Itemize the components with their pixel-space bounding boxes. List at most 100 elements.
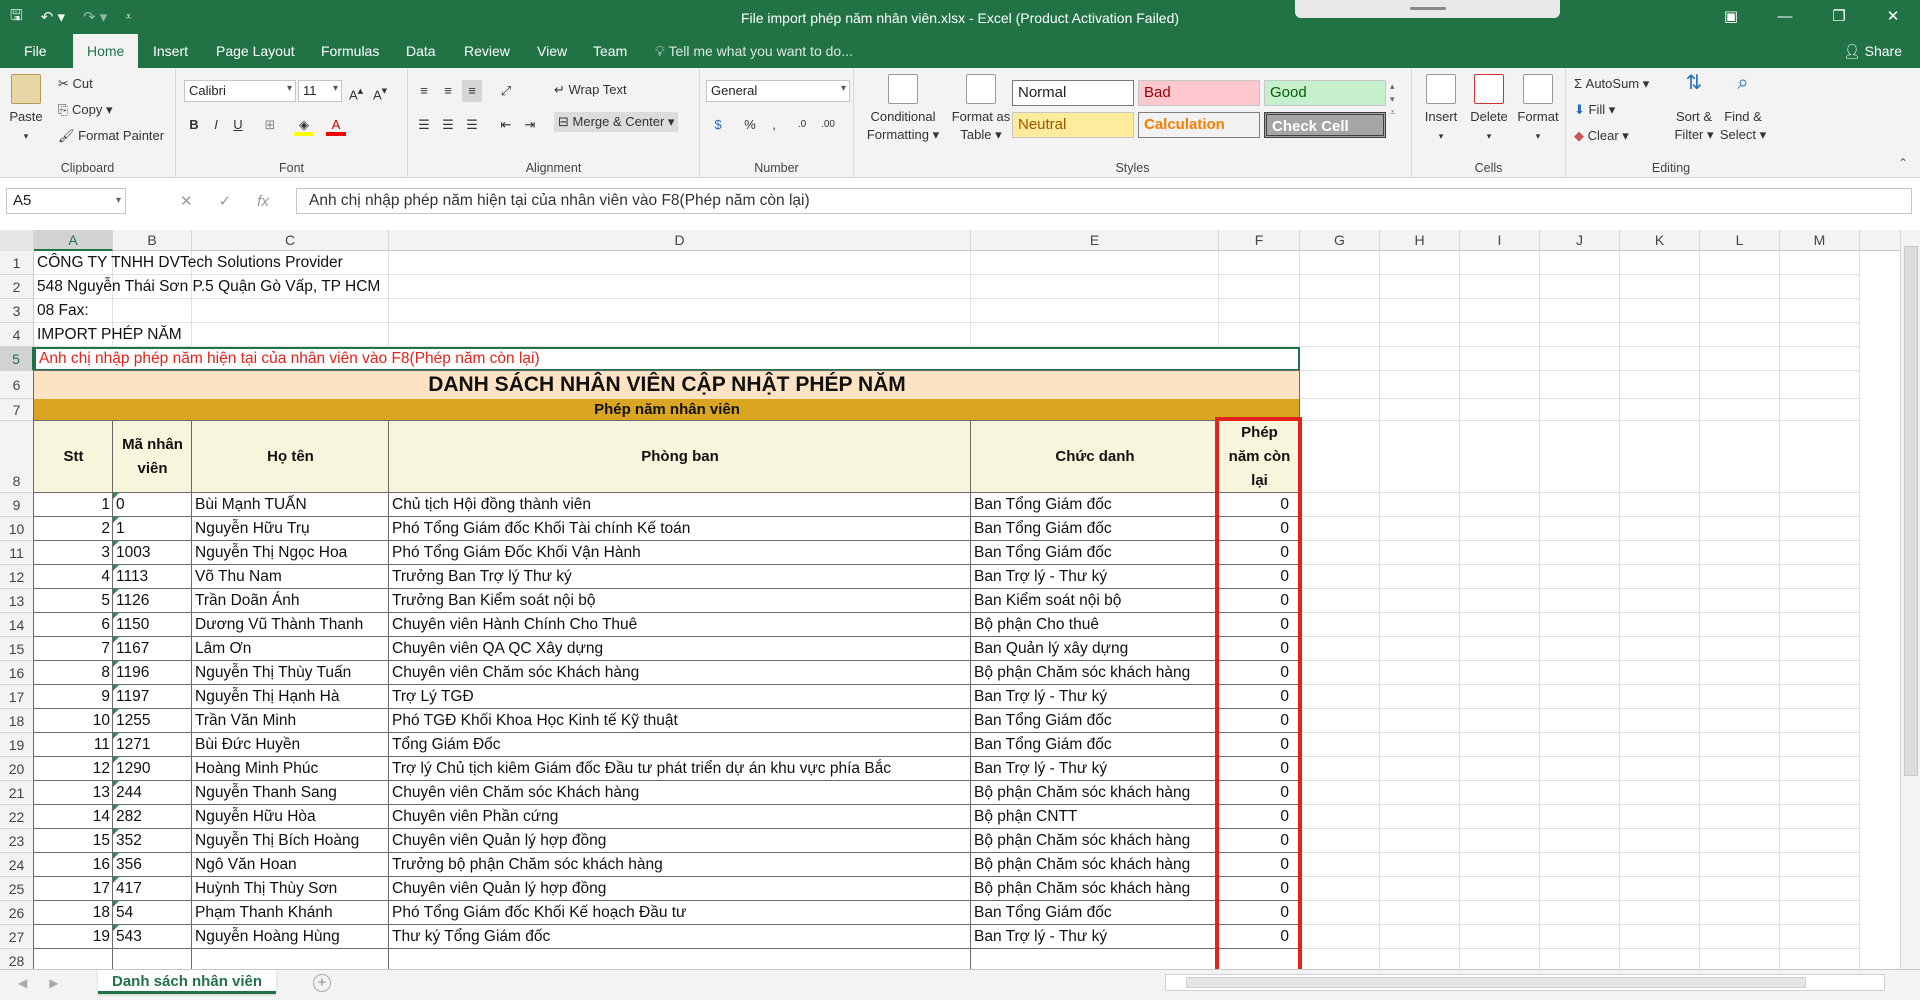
name-box[interactable]: A5 ▾ bbox=[6, 188, 126, 214]
align-bottom-icon[interactable]: ≡ bbox=[462, 80, 482, 102]
cell-phong-ban[interactable]: Chuyên viên Quản lý hợp đồng bbox=[389, 877, 971, 901]
cell-chuc-danh[interactable]: Ban Tổng Giám đốc bbox=[971, 901, 1219, 925]
style-good[interactable]: Good bbox=[1264, 80, 1386, 106]
cell-ma-nv[interactable]: 1196 bbox=[113, 661, 192, 685]
row-header-28[interactable]: 28 bbox=[0, 949, 34, 969]
style-normal[interactable]: Normal bbox=[1012, 80, 1134, 106]
cell-chuc-danh[interactable]: Bộ phận Chăm sóc khách hàng bbox=[971, 781, 1219, 805]
font-name-select[interactable]: Calibri bbox=[184, 80, 296, 102]
cell-chuc-danh[interactable]: Ban Trợ lý - Thư ký bbox=[971, 757, 1219, 781]
cell-stt[interactable]: 14 bbox=[34, 805, 113, 829]
row-header-4[interactable]: 4 bbox=[0, 323, 34, 347]
cell-phep[interactable]: 0 bbox=[1219, 877, 1292, 901]
align-middle-icon[interactable]: ≡ bbox=[438, 80, 458, 102]
cell-ho-ten[interactable]: Huỳnh Thị Thùy Sơn bbox=[192, 877, 389, 901]
cell-ma-nv[interactable]: 1150 bbox=[113, 613, 192, 637]
cell-stt[interactable]: 19 bbox=[34, 925, 113, 949]
cell-phong-ban[interactable]: Phó TGĐ Khối Khoa Học Kinh tế Kỹ thuật bbox=[389, 709, 971, 733]
cell-chuc-danh[interactable]: Ban Tổng Giám đốc bbox=[971, 493, 1219, 517]
cell-ma-nv[interactable]: 1290 bbox=[113, 757, 192, 781]
format-cells-button[interactable]: Format ▾ bbox=[1514, 74, 1562, 145]
cell-phong-ban[interactable]: Phó Tổng Giám đốc Khối Tài chính Kế toán bbox=[389, 517, 971, 541]
cell-chuc-danh[interactable]: Ban Trợ lý - Thư ký bbox=[971, 685, 1219, 709]
cell-phong-ban[interactable]: Trưởng Ban Kiểm soát nội bộ bbox=[389, 589, 971, 613]
collapse-ribbon-icon[interactable]: ⌃ bbox=[1898, 156, 1908, 170]
cell-phep[interactable]: 0 bbox=[1219, 805, 1292, 829]
row-header-7[interactable]: 7 bbox=[0, 399, 34, 421]
copy-button[interactable]: ⎘ Copy ▾ bbox=[58, 102, 113, 118]
cell-ma-nv[interactable]: 1197 bbox=[113, 685, 192, 709]
cell-phep[interactable]: 0 bbox=[1219, 901, 1292, 925]
cell-chuc-danh[interactable]: Ban Tổng Giám đốc bbox=[971, 709, 1219, 733]
next-sheet-icon[interactable]: ▶ bbox=[49, 976, 58, 990]
row-header-24[interactable]: 24 bbox=[0, 853, 34, 877]
cell-ma-nv[interactable]: 54 bbox=[113, 901, 192, 925]
cell-phep[interactable]: 0 bbox=[1219, 613, 1292, 637]
cell-phep[interactable]: 0 bbox=[1219, 589, 1292, 613]
cell-phep[interactable]: 0 bbox=[1219, 685, 1292, 709]
cell-ma-nv[interactable]: 1271 bbox=[113, 733, 192, 757]
row-header-26[interactable]: 26 bbox=[0, 901, 34, 925]
paste-button[interactable]: Paste ▾ bbox=[6, 74, 46, 145]
cell-phep[interactable]: 0 bbox=[1219, 637, 1292, 661]
sort-filter-button[interactable]: ⇅ Sort & Filter ▾ bbox=[1670, 73, 1718, 144]
cell-stt[interactable]: 9 bbox=[34, 685, 113, 709]
cut-button[interactable]: ✂ Cut bbox=[58, 76, 93, 92]
italic-icon[interactable]: I bbox=[206, 114, 226, 136]
sheet-tab-danh-sach[interactable]: Danh sách nhân viên bbox=[98, 970, 277, 994]
row-header-27[interactable]: 27 bbox=[0, 925, 34, 949]
cell-phep[interactable]: 0 bbox=[1219, 925, 1292, 949]
find-select-button[interactable]: ⌕ Find & Select ▾ bbox=[1718, 73, 1768, 144]
cell-stt[interactable]: 2 bbox=[34, 517, 113, 541]
cell-a4[interactable]: IMPORT PHÉP NĂM bbox=[34, 323, 634, 347]
align-right-icon[interactable]: ☰ bbox=[462, 114, 482, 136]
row-header-22[interactable]: 22 bbox=[0, 805, 34, 829]
cell-ho-ten[interactable]: Võ Thu Nam bbox=[192, 565, 389, 589]
sheet-title[interactable]: DANH SÁCH NHÂN VIÊN CẬP NHẬT PHÉP NĂM bbox=[34, 371, 1300, 399]
column-header-f[interactable]: F bbox=[1219, 230, 1300, 251]
cell-chuc-danh[interactable]: Ban Quản lý xây dựng bbox=[971, 637, 1219, 661]
cell-phong-ban[interactable]: Trưởng Ban Trợ lý Thư ký bbox=[389, 565, 971, 589]
select-all-corner[interactable] bbox=[0, 230, 34, 251]
tab-team[interactable]: Team bbox=[593, 34, 627, 68]
row-header-10[interactable]: 10 bbox=[0, 517, 34, 541]
row-header-13[interactable]: 13 bbox=[0, 589, 34, 613]
column-header-i[interactable]: I bbox=[1460, 230, 1540, 251]
column-header-k[interactable]: K bbox=[1620, 230, 1700, 251]
font-color-icon[interactable]: A bbox=[326, 114, 346, 136]
cell-phong-ban[interactable]: Trợ lý Chủ tịch kiêm Giám đốc Đầu tư phá… bbox=[389, 757, 971, 781]
enter-icon[interactable]: ✓ bbox=[219, 192, 232, 210]
tab-formulas[interactable]: Formulas bbox=[321, 34, 379, 68]
tab-data[interactable]: Data bbox=[406, 34, 436, 68]
style-calculation[interactable]: Calculation bbox=[1138, 112, 1260, 138]
cell-phong-ban[interactable]: Chủ tịch Hội đồng thành viên bbox=[389, 493, 971, 517]
align-left-icon[interactable]: ☰ bbox=[414, 114, 434, 136]
insert-cells-button[interactable]: Insert ▾ bbox=[1418, 74, 1464, 145]
underline-icon[interactable]: U bbox=[228, 114, 248, 136]
cell-ma-nv[interactable]: 1 bbox=[113, 517, 192, 541]
cell-phong-ban[interactable]: Tổng Giám Đốc bbox=[389, 733, 971, 757]
vertical-scrollbar[interactable] bbox=[1900, 230, 1920, 969]
cell-phong-ban[interactable]: Chuyên viên QA QC Xây dựng bbox=[389, 637, 971, 661]
delete-cells-button[interactable]: Delete ▾ bbox=[1466, 74, 1512, 145]
cell-phong-ban[interactable]: Phó Tổng Giám đốc Khối Kế hoạch Đầu tư bbox=[389, 901, 971, 925]
cell-stt[interactable]: 3 bbox=[34, 541, 113, 565]
cell-stt[interactable]: 15 bbox=[34, 829, 113, 853]
cell-ho-ten[interactable]: Bùi Mạnh TUẤN bbox=[192, 493, 389, 517]
close-icon[interactable]: ✕ bbox=[1866, 0, 1920, 34]
cell-ma-nv[interactable]: 0 bbox=[113, 493, 192, 517]
cell-phong-ban[interactable]: Chuyên viên Phần cứng bbox=[389, 805, 971, 829]
fill-color-icon[interactable]: ◈ bbox=[294, 114, 314, 136]
format-as-table-button[interactable]: Format as Table ▾ bbox=[946, 74, 1016, 144]
worksheet-grid[interactable]: ABCDEFGHIJKLM 1 2 3 4 5 6 7 8 9 10 11 12 13 14 15 16 17 1… bbox=[0, 230, 1900, 969]
row-header-17[interactable]: 17 bbox=[0, 685, 34, 709]
tab-home[interactable]: Home bbox=[73, 34, 139, 68]
font-size-select[interactable]: 11 bbox=[298, 80, 342, 102]
column-header-h[interactable]: H bbox=[1380, 230, 1460, 251]
vertical-scroll-thumb[interactable] bbox=[1904, 246, 1918, 776]
format-painter-button[interactable]: 🖌︎ Format Painter bbox=[58, 128, 164, 144]
cell-stt[interactable]: 13 bbox=[34, 781, 113, 805]
cell-phep[interactable]: 0 bbox=[1219, 853, 1292, 877]
cell-a1[interactable]: CÔNG TY TNHH DVTech Solutions Provider bbox=[34, 251, 634, 275]
decrease-font-icon[interactable]: A▾ bbox=[370, 80, 390, 102]
